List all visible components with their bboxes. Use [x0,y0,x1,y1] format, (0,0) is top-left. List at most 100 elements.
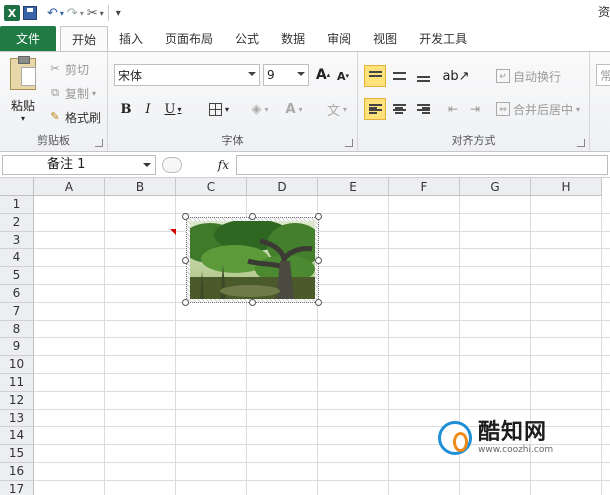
merge-center-button[interactable]: ⇔ 合并后居中 ▾ [496,100,580,118]
row-header-9[interactable]: 9 [0,338,34,357]
row-gridline [34,212,610,214]
row-header-13[interactable]: 13 [0,409,34,428]
font-size-select[interactable]: 9 [263,64,309,86]
name-box[interactable]: 备注 1 [2,155,156,175]
font-group-label: 字体 [221,134,244,147]
resize-handle-bottom-left[interactable] [182,299,189,306]
clipboard-launcher-icon[interactable] [95,139,103,147]
font-name-select[interactable]: 宋体 [114,64,260,86]
italic-button[interactable]: I [138,98,158,120]
tab-developer[interactable]: 开发工具 [408,26,478,51]
insert-function-button[interactable]: fx [160,155,235,175]
tab-page-layout[interactable]: 页面布局 [154,26,224,51]
row-header-1[interactable]: 1 [0,196,34,214]
column-header-g[interactable]: G [460,178,531,196]
column-header-d[interactable]: D [247,178,318,196]
font-color-button[interactable]: A ▾ [280,98,308,120]
chevron-down-icon [248,72,256,76]
customize-qat-button[interactable]: ▾ [116,3,121,23]
wrap-text-button[interactable]: ↵ 自动换行 [496,67,561,85]
tab-view[interactable]: 视图 [362,26,408,51]
row-header-16[interactable]: 16 [0,463,34,481]
alignment-launcher-icon[interactable] [577,139,585,147]
undo-button[interactable]: ↶ ▾ [47,3,64,23]
number-format-value: 常 [600,68,610,83]
redo-button[interactable]: ↷ ▾ [67,3,84,23]
formula-bar-resize-icon[interactable] [162,157,182,173]
row-header-8[interactable]: 8 [0,320,34,339]
row-header-5[interactable]: 5 [0,267,34,285]
column-header-b[interactable]: B [105,178,176,196]
row-header-12[interactable]: 12 [0,391,34,410]
increase-indent-button[interactable]: ⇥ [464,98,486,120]
column-header-c[interactable]: C [176,178,247,196]
phonetic-icon: 文 [326,103,340,119]
align-left-button[interactable] [364,98,386,120]
align-top-button[interactable] [364,65,386,87]
underline-button[interactable]: U ▾ [162,98,184,120]
tab-data[interactable]: 数据 [270,26,316,51]
resize-handle-top-right[interactable] [315,213,322,220]
resize-handle-bottom-right[interactable] [315,299,322,306]
tools-dropdown-icon[interactable]: ▾ [100,9,104,18]
align-bottom-button[interactable] [412,65,434,87]
cut-button[interactable]: ✂ 剪切 [48,60,89,78]
formula-input[interactable] [236,155,608,175]
row-header-11[interactable]: 11 [0,374,34,392]
font-launcher-icon[interactable] [345,139,353,147]
font-name-value: 宋体 [118,68,143,83]
row-header-4[interactable]: 4 [0,249,34,268]
shrink-font-button[interactable]: A ▾ [334,65,352,87]
tab-review[interactable]: 审阅 [316,26,362,51]
resize-handle-bottom[interactable] [249,299,256,306]
tree-forest-photo[interactable] [190,221,315,299]
chevron-down-icon [297,72,305,76]
align-center-button[interactable] [388,98,410,120]
row-header-7[interactable]: 7 [0,302,34,321]
paste-dropdown-icon[interactable]: ▾ [6,114,40,123]
align-right-button[interactable] [412,98,434,120]
column-header-e[interactable]: E [318,178,389,196]
tab-insert[interactable]: 插入 [108,26,154,51]
resize-handle-right[interactable] [315,257,322,264]
column-header-a[interactable]: A [34,178,105,196]
decrease-indent-button[interactable]: ⇤ [442,98,464,120]
phonetic-button[interactable]: 文 ▾ [322,98,352,120]
row-header-3[interactable]: 3 [0,231,34,250]
worksheet-grid[interactable]: ABCDEFGH 1 2 3 4 5 6 7 8 9 10 11 12 13 14 15 16 17 [0,178,610,495]
tab-home[interactable]: 开始 [60,26,109,51]
number-format-select[interactable]: 常 [596,64,610,86]
row-header-14[interactable]: 14 [0,427,34,446]
format-painter-label: 格式刷 [65,110,102,125]
watermark-url: www.coozhi.com [478,445,554,455]
format-painter-button[interactable]: ✎ 格式刷 [48,108,101,126]
tools-button[interactable]: ✂ ▾ [87,3,104,23]
paste-button[interactable]: 粘贴 ▾ [6,56,40,123]
row-header-6[interactable]: 6 [0,285,34,303]
ribbon-home: 粘贴 ▾ ✂ 剪切 ⧉ 复制 ▾ ✎ 格式刷 剪贴板 宋体 9 A ▴ A ▾ B I U ▾… [0,51,610,152]
grow-font-button[interactable]: A ▴ [314,64,332,86]
resize-handle-top-left[interactable] [182,213,189,220]
row-header-17[interactable]: 17 [0,480,34,495]
fill-color-button[interactable]: ◈ ▾ [246,98,274,120]
bold-button[interactable]: B [116,98,136,120]
column-header-f[interactable]: F [389,178,460,196]
row-gridline [34,319,610,321]
select-all-button[interactable] [0,178,34,196]
row-header-10[interactable]: 10 [0,356,34,374]
row-header-15[interactable]: 15 [0,445,34,463]
tab-formulas[interactable]: 公式 [224,26,270,51]
copy-button[interactable]: ⧉ 复制 ▾ [48,84,96,102]
resize-handle-left[interactable] [182,257,189,264]
redo-dropdown-icon[interactable]: ▾ [80,9,84,18]
save-button[interactable] [23,3,37,23]
undo-dropdown-icon[interactable]: ▾ [60,9,64,18]
resize-handle-top[interactable] [249,213,256,220]
borders-button[interactable]: ▾ [204,98,234,120]
chevron-down-icon[interactable] [143,163,151,167]
tab-file[interactable]: 文件 [0,26,56,51]
align-middle-button[interactable] [388,65,410,87]
column-header-h[interactable]: H [531,178,602,196]
row-header-2[interactable]: 2 [0,213,34,232]
orientation-button[interactable]: ab↗ [442,65,470,87]
